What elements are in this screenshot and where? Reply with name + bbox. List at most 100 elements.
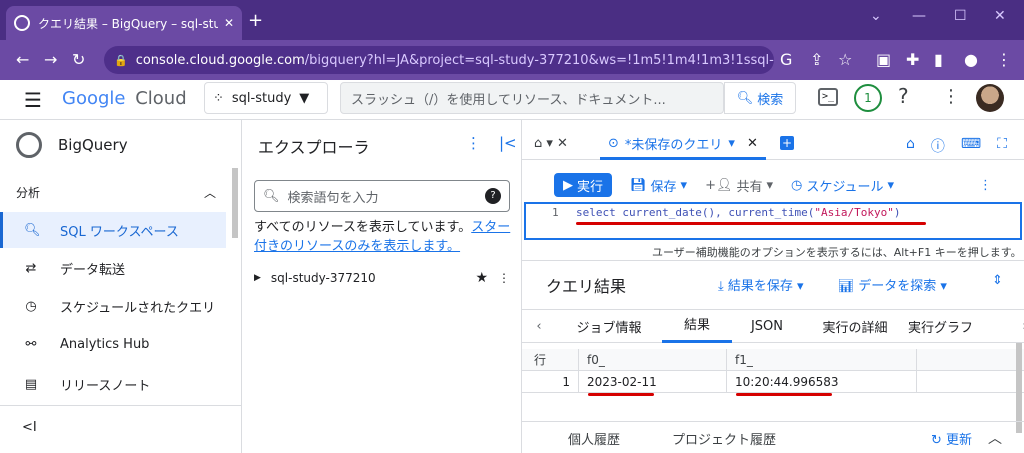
- more-vert-icon[interactable]: ⋮: [942, 86, 960, 107]
- column-header-f0[interactable]: f0_: [578, 348, 726, 371]
- share-icon[interactable]: ⇪: [810, 50, 823, 69]
- google-icon[interactable]: G: [780, 50, 792, 69]
- share-button[interactable]: +👤︎ 共有 ▾: [705, 176, 773, 195]
- minimize-button[interactable]: —: [912, 8, 926, 24]
- close-tab-icon[interactable]: ✕: [224, 16, 234, 30]
- address-bar-row: ← → ↻ 🔒 console.cloud.google.com /bigque…: [0, 40, 1024, 80]
- cloud-shell-icon[interactable]: >_: [818, 88, 838, 106]
- extension-icon[interactable]: ▣: [876, 50, 891, 69]
- explore-data-button[interactable]: 📊︎ データを探索 ▾: [838, 275, 947, 294]
- keyboard-icon[interactable]: ⌨: [961, 136, 981, 156]
- forward-icon[interactable]: →: [44, 50, 57, 69]
- explorer-message: すべてのリソースを表示しています。スター付きのリソースのみを表示します。: [254, 218, 516, 256]
- home-icon[interactable]: ⌂: [906, 136, 915, 156]
- collapse-panel-icon[interactable]: |<: [499, 134, 517, 152]
- nav-item-sql-workspace[interactable]: 🔍︎ SQL ワークスペース: [0, 212, 226, 248]
- google-cloud-logo[interactable]: Google Cloud: [62, 88, 187, 109]
- tab-json[interactable]: JSON: [732, 319, 802, 334]
- tab-dropdown-icon[interactable]: ▾: [728, 136, 735, 151]
- puzzle-icon[interactable]: ✚: [906, 50, 919, 69]
- run-button[interactable]: ▶ 実行: [554, 173, 612, 197]
- collapse-nav-button[interactable]: <I: [22, 420, 37, 435]
- schedule-button[interactable]: ◷ スケジュール ▾: [791, 176, 894, 195]
- nav-scrollbar[interactable]: [232, 168, 238, 238]
- play-icon: ▶: [562, 177, 573, 193]
- sql-editor[interactable]: 1 select current_date(), current_time("A…: [524, 202, 1022, 240]
- bigquery-icon: [16, 132, 42, 158]
- fullscreen-icon[interactable]: ⛶: [997, 136, 1007, 156]
- line-number: 1: [552, 206, 559, 219]
- home-tab-icon[interactable]: ⌂ ▾ ✕: [534, 136, 568, 151]
- editor-tabs: ⌂ ▾ ✕ ⊙ *未保存のクエリ ▾ ✕ + ⌂ ⓘ ⌨ ⛶: [522, 130, 1024, 160]
- more-vert-icon[interactable]: ⋮: [466, 134, 481, 152]
- tab-results[interactable]: 結果: [662, 309, 732, 343]
- more-vert-icon[interactable]: ⋮: [979, 178, 992, 193]
- bookmark-star-icon[interactable]: ☆: [838, 50, 852, 69]
- add-tab-button[interactable]: +: [780, 136, 794, 150]
- sidebar-icon[interactable]: ▮: [934, 50, 943, 69]
- menu-icon[interactable]: ☰: [24, 88, 42, 112]
- browser-tab[interactable]: クエリ結果 – BigQuery – sql-study ✕: [6, 6, 242, 40]
- refresh-button[interactable]: ↻ 更新: [931, 429, 972, 448]
- results-title: クエリ結果: [546, 277, 627, 296]
- clock-icon: ◷: [791, 177, 803, 193]
- info-icon[interactable]: ⓘ: [931, 136, 945, 156]
- product-name: BigQuery: [58, 136, 128, 154]
- tab-job-info[interactable]: ジョブ情報: [556, 317, 662, 336]
- expand-results-icon[interactable]: ⇕: [992, 273, 1003, 288]
- explorer-project-row[interactable]: ▶ sql-study-377210 ★ ⋮: [254, 268, 510, 288]
- chevron-left-icon[interactable]: ‹: [522, 319, 556, 334]
- search-input[interactable]: スラッシュ（/）を使用してリソース、ドキュメント...: [340, 82, 724, 114]
- help-icon[interactable]: ?: [898, 84, 909, 108]
- editor-area: ⌂ ▾ ✕ ⊙ *未保存のクエリ ▾ ✕ + ⌂ ⓘ ⌨ ⛶ ▶ 実行 💾︎ 保…: [522, 120, 1024, 453]
- more-vert-icon[interactable]: ⋮: [498, 271, 510, 285]
- save-button[interactable]: 💾︎ 保存 ▾: [630, 176, 687, 195]
- save-results-button[interactable]: ⤓ 結果を保存 ▾: [718, 275, 804, 294]
- search-button[interactable]: 🔍︎ 検索: [724, 82, 796, 114]
- personal-history-tab[interactable]: 個人履歴: [568, 429, 620, 448]
- explorer-actions: ⋮ |<: [466, 134, 517, 152]
- results-scrollbar[interactable]: [1016, 343, 1022, 433]
- tab-execution-details[interactable]: 実行の詳細: [802, 317, 908, 336]
- tab-execution-graph[interactable]: 実行グラフ: [908, 317, 976, 336]
- project-history-tab[interactable]: プロジェクト履歴: [672, 429, 776, 448]
- profile-avatar[interactable]: ●: [964, 50, 978, 69]
- browser-menu-icon[interactable]: ⋮: [996, 50, 1012, 69]
- save-results-label: 結果を保存: [727, 279, 793, 294]
- chevron-up-icon[interactable]: ︿: [988, 428, 1002, 448]
- schedule-label: スケジュール: [806, 179, 884, 195]
- reload-icon[interactable]: ↻: [72, 50, 85, 69]
- tab-unsaved-query[interactable]: ⊙ *未保存のクエリ ▾ ✕: [600, 130, 766, 160]
- cell-f1[interactable]: 10:20:44.996583: [726, 370, 916, 393]
- share-label: 共有: [736, 179, 763, 195]
- column-header-f1[interactable]: f1_: [726, 348, 916, 371]
- notification-badge[interactable]: 1: [854, 84, 882, 112]
- nav-item-scheduled-queries[interactable]: ◷ スケジュールされたクエリ: [0, 288, 226, 324]
- expand-arrow-icon[interactable]: ▶: [254, 273, 261, 283]
- section-analysis[interactable]: 分析 ︿: [16, 184, 216, 201]
- window-chevron-icon[interactable]: ⌄: [870, 8, 882, 24]
- nav-item-release-notes[interactable]: ▤ リリースノート: [0, 366, 226, 402]
- chevron-right-icon[interactable]: ›: [1008, 319, 1024, 334]
- search-button-label: 検索: [757, 92, 784, 108]
- help-icon[interactable]: ?: [485, 188, 501, 204]
- query-results: クエリ結果 ⤓ 結果を保存 ▾ 📊︎ データを探索 ▾ ⇕ ‹ ジョブ情報 結果…: [522, 260, 1024, 453]
- maximize-button[interactable]: ☐: [954, 8, 967, 24]
- nav-item-label: Analytics Hub: [60, 336, 150, 352]
- user-avatar[interactable]: [976, 84, 1004, 112]
- star-icon[interactable]: ★: [475, 270, 488, 286]
- nav-item-data-transfer[interactable]: ⇄ データ転送: [0, 250, 226, 286]
- cell-f0[interactable]: 2023-02-11: [578, 370, 726, 393]
- dropdown-arrow-icon: ▾: [766, 177, 774, 193]
- project-selector[interactable]: ⁘ sql-study ▼: [204, 82, 328, 114]
- close-window-button[interactable]: ✕: [994, 8, 1006, 24]
- new-tab-button[interactable]: +: [248, 10, 263, 31]
- nav-item-analytics-hub[interactable]: ⚯ Analytics Hub: [0, 326, 226, 362]
- back-icon[interactable]: ←: [16, 50, 29, 69]
- explorer-search-input[interactable]: 🔍︎ 検索語句を入力 ?: [254, 180, 510, 212]
- url-bar[interactable]: 🔒 console.cloud.google.com /bigquery?hl=…: [104, 46, 774, 74]
- query-icon: ⊙: [608, 136, 619, 151]
- section-label: 分析: [16, 186, 41, 200]
- close-tab-icon[interactable]: ✕: [747, 136, 758, 151]
- transfer-icon: ⇄: [25, 260, 37, 276]
